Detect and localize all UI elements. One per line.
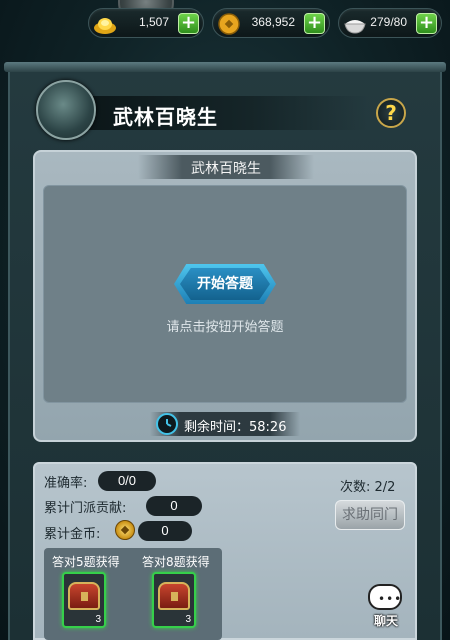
- chat-bubble-icon: •••: [368, 584, 402, 610]
- add-gold-button[interactable]: +: [178, 13, 199, 34]
- copper-coin-icon: [218, 13, 240, 35]
- chat-label: 聊天: [373, 614, 398, 628]
- gold-ingot-icon: [94, 18, 116, 34]
- gold-total-value: 0: [138, 521, 192, 541]
- gold-total-label: 累计金币:: [44, 527, 101, 542]
- coin-icon: [115, 520, 135, 540]
- reward-count: 3: [185, 614, 191, 625]
- copper-coin-counter: 368,952 +: [212, 8, 330, 38]
- start-quiz-button[interactable]: 开始答题: [180, 268, 270, 300]
- add-coin-button[interactable]: +: [304, 13, 325, 34]
- reward-chest-5[interactable]: 3: [62, 572, 106, 628]
- treasure-chest-icon: [158, 582, 190, 610]
- reward-label-5: 答对5题获得: [52, 555, 120, 569]
- copper-coin-value: 368,952: [251, 15, 295, 29]
- ask-sect-help-button[interactable]: 求助同门: [335, 500, 405, 530]
- reward-label-8: 答对8题获得: [142, 555, 210, 569]
- start-hint-text: 请点击按钮开始答题: [166, 320, 284, 335]
- dragon-emblem-icon: [36, 80, 96, 140]
- panel-top-border: [4, 62, 446, 72]
- accuracy-label: 准确率:: [44, 476, 88, 491]
- reward-chest-8[interactable]: 3: [152, 572, 196, 628]
- rice-value: 279/80: [370, 15, 407, 29]
- clock-icon: [156, 413, 178, 435]
- attempts-count: 次数: 2/2: [340, 480, 396, 495]
- treasure-chest-icon: [68, 582, 100, 610]
- rice-bowl-icon: [344, 20, 366, 34]
- gold-ingot-value: 1,507: [138, 15, 169, 29]
- add-rice-button[interactable]: +: [416, 13, 437, 34]
- rice-counter: 279/80 +: [338, 8, 442, 38]
- help-icon[interactable]: ?: [376, 98, 406, 128]
- chat-button[interactable]: ••• 聊天: [366, 584, 406, 634]
- chat-dots: •••: [378, 592, 403, 606]
- panel-title: 武林百晓生: [113, 105, 218, 129]
- reward-count: 3: [95, 614, 101, 625]
- quiz-header: 武林百晓生: [191, 161, 261, 177]
- resource-bar: 1,507 + 368,952 + 279/80 +: [0, 0, 450, 50]
- contribution-value: 0: [146, 496, 202, 516]
- remaining-time: 剩余时间：58:26: [184, 420, 287, 435]
- accuracy-value: 0/0: [98, 471, 156, 491]
- contribution-label: 累计门派贡献:: [44, 501, 127, 516]
- gold-ingot-counter: 1,507 +: [88, 8, 204, 38]
